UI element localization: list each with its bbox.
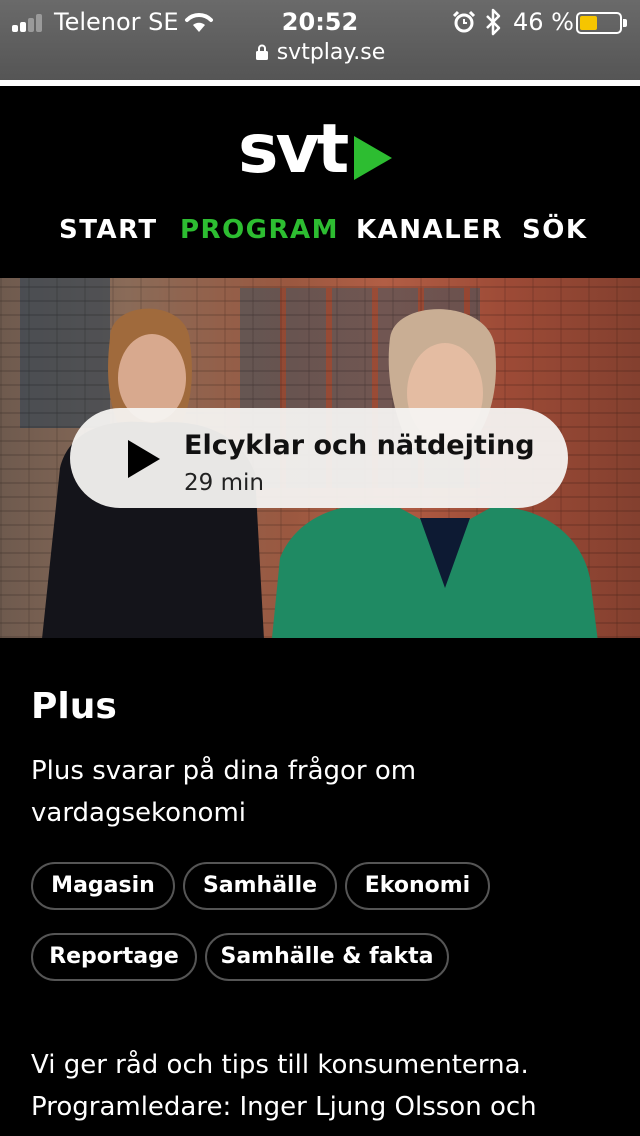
tag-reportage[interactable]: Reportage <box>31 933 197 981</box>
nav-kanaler[interactable]: KANALER <box>356 212 503 248</box>
long-description-line-1: Vi ger råd och tips till konsumenterna. <box>31 1050 529 1080</box>
nav-program[interactable]: PROGRAM <box>180 212 339 248</box>
tag-samhalle[interactable]: Samhälle <box>183 862 337 910</box>
alarm-icon <box>452 10 476 33</box>
play-episode-button[interactable]: Elcyklar och nätdejting 29 min <box>70 408 568 508</box>
program-long-description: Vi ger råd och tips till konsumenterna. … <box>31 1044 621 1128</box>
nav-sok[interactable]: SÖK <box>522 212 587 248</box>
url-bar[interactable]: svtplay.se <box>0 40 640 70</box>
play-triangle-icon <box>354 136 392 180</box>
play-icon <box>128 440 160 478</box>
bluetooth-icon <box>486 8 501 36</box>
nav-start[interactable]: START <box>59 212 158 248</box>
url-text: svtplay.se <box>276 40 386 65</box>
battery-icon <box>576 12 627 34</box>
status-bar: Telenor SE 20:52 46 % svtplay.se <box>0 0 640 80</box>
tag-samhalle-fakta[interactable]: Samhälle & fakta <box>205 933 449 981</box>
logo-text: svt <box>238 110 349 189</box>
status-row: Telenor SE 20:52 46 % <box>0 4 640 38</box>
long-description-line-2: Programledare: Inger Ljung Olsson och <box>31 1092 537 1122</box>
episode-duration: 29 min <box>184 470 264 496</box>
main-nav: START PROGRAM KANALER SÖK <box>0 212 640 252</box>
site-header: svt START PROGRAM KANALER SÖK <box>0 86 640 278</box>
program-short-description: Plus svarar på dina frågor om vardagseko… <box>31 756 417 828</box>
hero-image[interactable]: Elcyklar och nätdejting 29 min <box>0 278 640 638</box>
svt-logo[interactable]: svt <box>238 110 398 190</box>
program-info: Plus Plus svarar på dina frågor om varda… <box>0 638 640 1136</box>
battery-fill <box>580 16 597 30</box>
program-title: Plus <box>31 686 117 727</box>
battery-percent: 46 % <box>513 8 574 36</box>
lock-icon <box>255 44 268 60</box>
tag-magasin[interactable]: Magasin <box>31 862 175 910</box>
tag-ekonomi[interactable]: Ekonomi <box>345 862 490 910</box>
episode-title: Elcyklar och nätdejting <box>184 430 535 461</box>
